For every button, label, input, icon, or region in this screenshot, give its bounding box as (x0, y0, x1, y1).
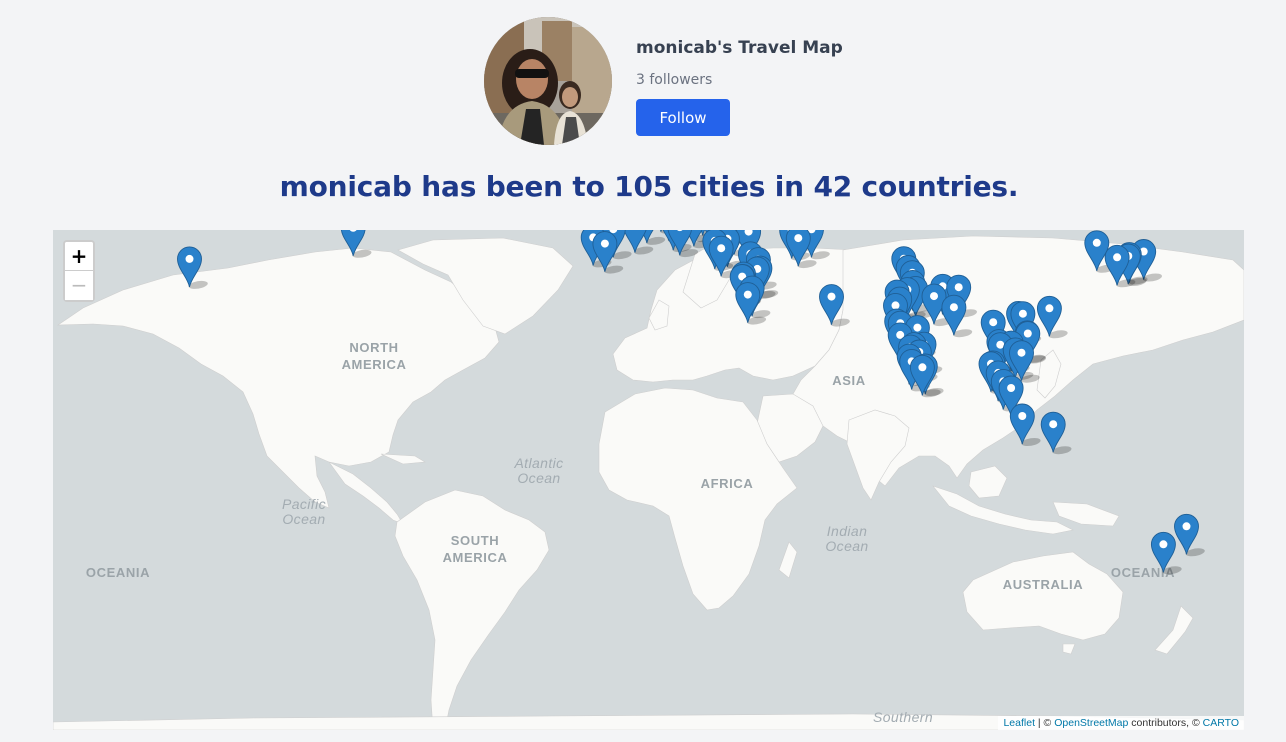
label-north-america-1: NORTH (349, 340, 398, 355)
attrib-sep: | © (1035, 717, 1055, 729)
label-pacific-2: Ocean (282, 511, 325, 527)
land-new-zealand (1154, 605, 1194, 655)
label-south-america-2: AMERICA (443, 550, 508, 565)
label-indian-2: Ocean (825, 538, 868, 554)
land-central-america (328, 461, 404, 525)
land-borneo (968, 465, 1008, 499)
label-australia: AUSTRALIA (1003, 577, 1084, 592)
zoom-control: + − (63, 240, 95, 302)
travel-summary-heading: monicab has been to 105 cities in 42 cou… (279, 170, 1019, 203)
land-tasmania (1062, 643, 1076, 655)
avatar (484, 17, 612, 145)
land-madagascar (778, 541, 798, 579)
city-marker[interactable] (1040, 411, 1074, 455)
label-africa: AFRICA (701, 476, 754, 491)
label-asia: ASIA (832, 373, 865, 388)
label-oceania-left: OCEANIA (86, 565, 150, 580)
carto-link[interactable]: CARTO (1203, 717, 1239, 729)
land-north-america (56, 247, 500, 509)
land-australia (962, 551, 1124, 641)
profile-header: monicab's Travel Map 3 followers Follow (484, 17, 904, 147)
land-new-guinea (1052, 501, 1120, 527)
land-caribbean (380, 453, 426, 465)
label-south-america-1: SOUTH (451, 533, 500, 548)
leaflet-link[interactable]: Leaflet (1003, 717, 1035, 729)
follow-button[interactable]: Follow (636, 99, 730, 136)
map-attribution: Leaflet | © OpenStreetMap contributors, … (998, 716, 1244, 730)
follower-count: 3 followers (636, 72, 713, 88)
label-pacific-1: Pacific (282, 496, 326, 512)
label-southern: Southern (873, 709, 933, 725)
profile-title: monicab's Travel Map (636, 38, 843, 58)
attrib-contrib: contributors, © (1128, 717, 1203, 729)
osm-link[interactable]: OpenStreetMap (1054, 717, 1128, 729)
label-north-america-2: AMERICA (342, 357, 407, 372)
travel-map[interactable]: NORTH AMERICA SOUTH AMERICA AFRICA ASIA … (53, 230, 1244, 730)
land-south-america (394, 489, 550, 730)
zoom-in-button[interactable]: + (65, 242, 93, 271)
city-marker[interactable] (1009, 403, 1043, 446)
label-atlantic-2: Ocean (517, 470, 560, 486)
label-atlantic-1: Atlantic (513, 455, 563, 471)
land-indonesia (932, 485, 1074, 535)
label-indian-1: Indian (827, 523, 868, 539)
city-marker[interactable] (1174, 513, 1208, 557)
zoom-out-button[interactable]: − (65, 271, 93, 300)
map-base-layer: NORTH AMERICA SOUTH AMERICA AFRICA ASIA … (53, 230, 1244, 730)
